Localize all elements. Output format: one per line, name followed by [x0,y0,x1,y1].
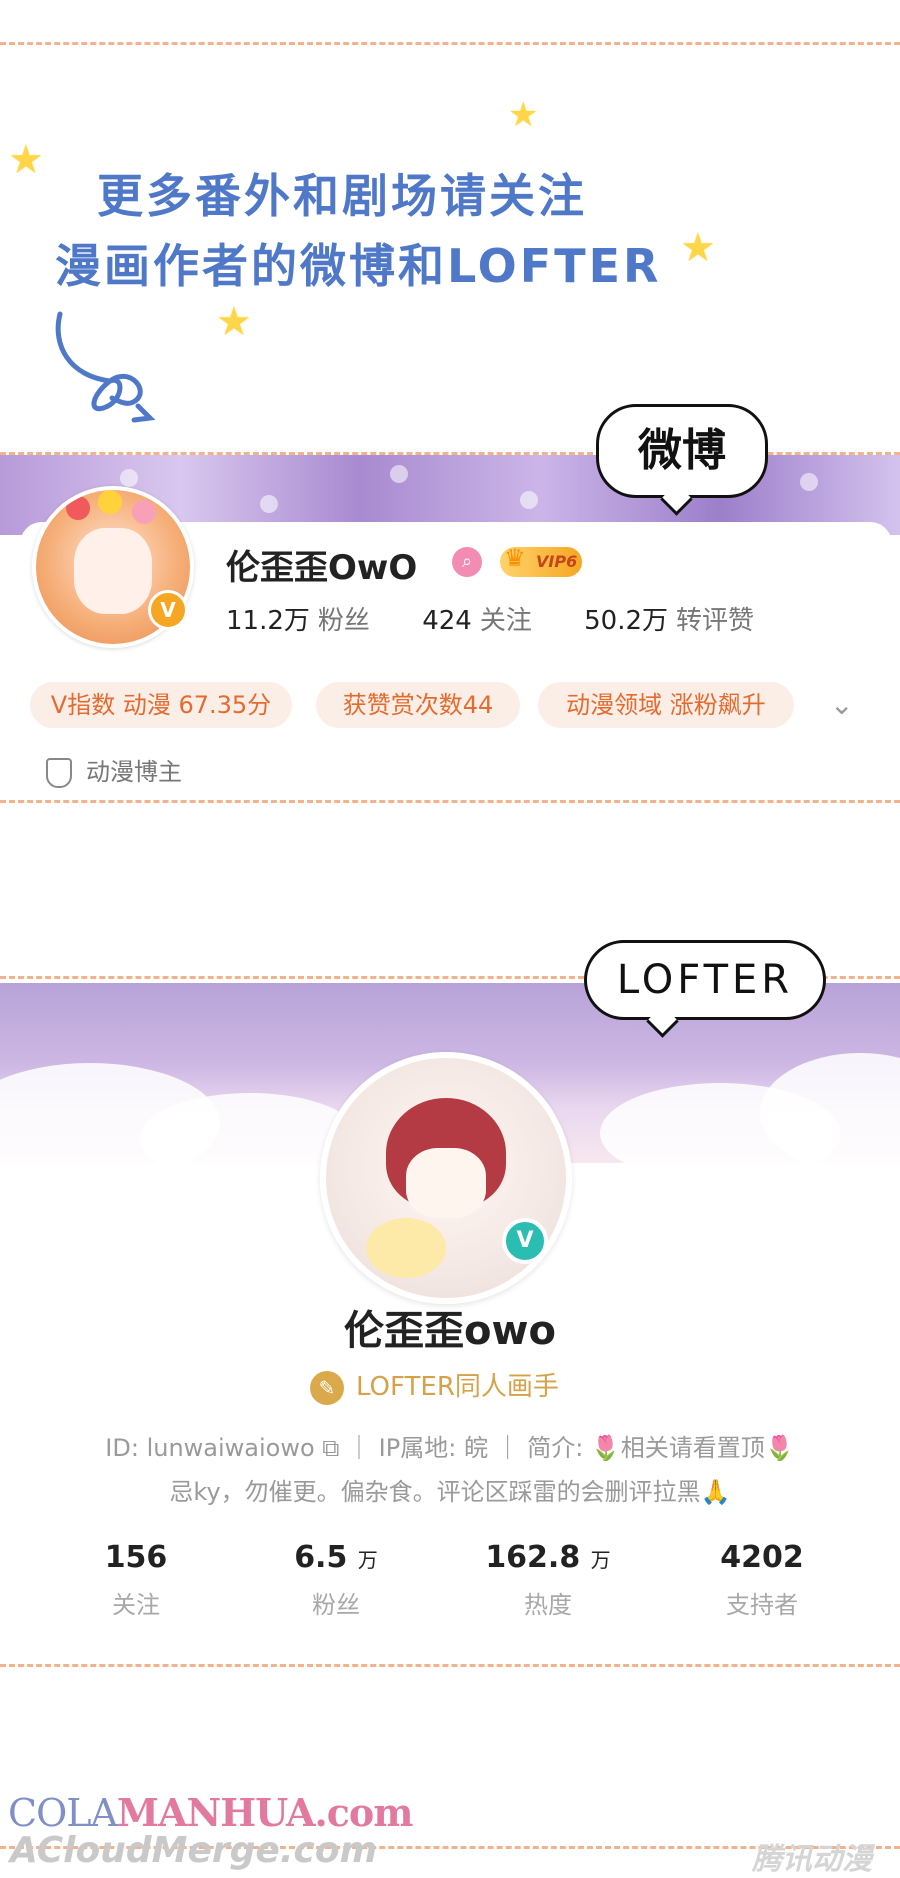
reward-count-pill[interactable]: 获赞赏次数44 [316,682,520,728]
intro-line-1: 更多番外和剧场请关注 [97,169,587,223]
stat-fans[interactable]: 6.5 万 粉丝 [246,1540,426,1620]
lofter-username: 伦歪歪owo [344,1308,556,1354]
stat-value: 424 [422,606,472,636]
stat-label[interactable]: 转评赞 [676,606,754,636]
top-divider [0,42,900,45]
star-icon: ★ [8,137,44,183]
growth-pill[interactable]: 动漫领域 涨粉飙升 [538,682,794,728]
stat-value: 11.2万 [226,606,310,636]
stat-label[interactable]: 关注 [480,606,532,636]
stat-supporters[interactable]: 4202 支持者 [672,1540,852,1620]
star-icon: ★ [680,225,716,271]
watermark-acloudmerge: ACloudMerge.com [10,1830,378,1871]
shield-icon [46,758,72,788]
stat-label[interactable]: 粉丝 [318,606,370,636]
stat-following[interactable]: 156 关注 [46,1540,226,1620]
intro-line-2: 漫画作者的微博和LOFTER [55,239,662,293]
heart-arrow-icon [55,311,156,423]
lofter-avatar[interactable] [320,1052,572,1304]
intro-text: 更多番外和剧场请关注 漫画作者的微博和LOFTER [55,160,661,296]
weibo-username: 伦歪歪OwO [226,548,418,588]
weibo-tag: 动漫博主 [46,752,182,788]
vip-badge[interactable]: ♛ VIP6 [500,544,582,577]
star-icon: ★ [508,95,539,135]
weibo-stats: 11.2万 粉丝 424 关注 50.2万 转评赞 [226,600,754,637]
search-icon[interactable]: ⌕ [452,547,482,577]
lofter-meta: ID: lunwaiwaiowo ⧉ ｜ IP属地: 皖 ｜ 简介: 🌷相关请看… [0,1426,900,1514]
lofter-bio: 忌ky，勿催更。偏杂食。评论区踩雷的会删评拉黑🙏 [169,1478,731,1506]
lofter-speech-bubble: LOFTER [584,940,826,1038]
weibo-bottom-divider [0,800,900,803]
watermark-tencent: 腾讯动漫 [752,1842,872,1877]
stat-heat[interactable]: 162.8 万 热度 [458,1540,638,1620]
chevron-down-icon[interactable]: ⌄ [830,688,853,721]
stat-value: 50.2万 [584,606,669,636]
lofter-bottom-divider [0,1664,900,1667]
verified-badge-icon: V [148,590,188,630]
v-index-pill[interactable]: V指数 动漫 67.35分 [30,682,292,728]
watermark-colamanhua: COLAMANHUA.com [8,1790,413,1835]
brush-icon: ✎ [310,1370,344,1405]
star-icon: ★ [216,299,252,345]
crown-icon: ♛ [504,544,526,572]
lofter-role: ✎ LOFTER同人画手 [310,1366,559,1405]
verified-badge-icon: V [502,1218,548,1264]
lofter-id-line: ID: lunwaiwaiowo ⧉ ｜ IP属地: 皖 ｜ 简介: 🌷相关请看… [105,1434,795,1462]
weibo-speech-bubble: 微博 [596,404,768,516]
